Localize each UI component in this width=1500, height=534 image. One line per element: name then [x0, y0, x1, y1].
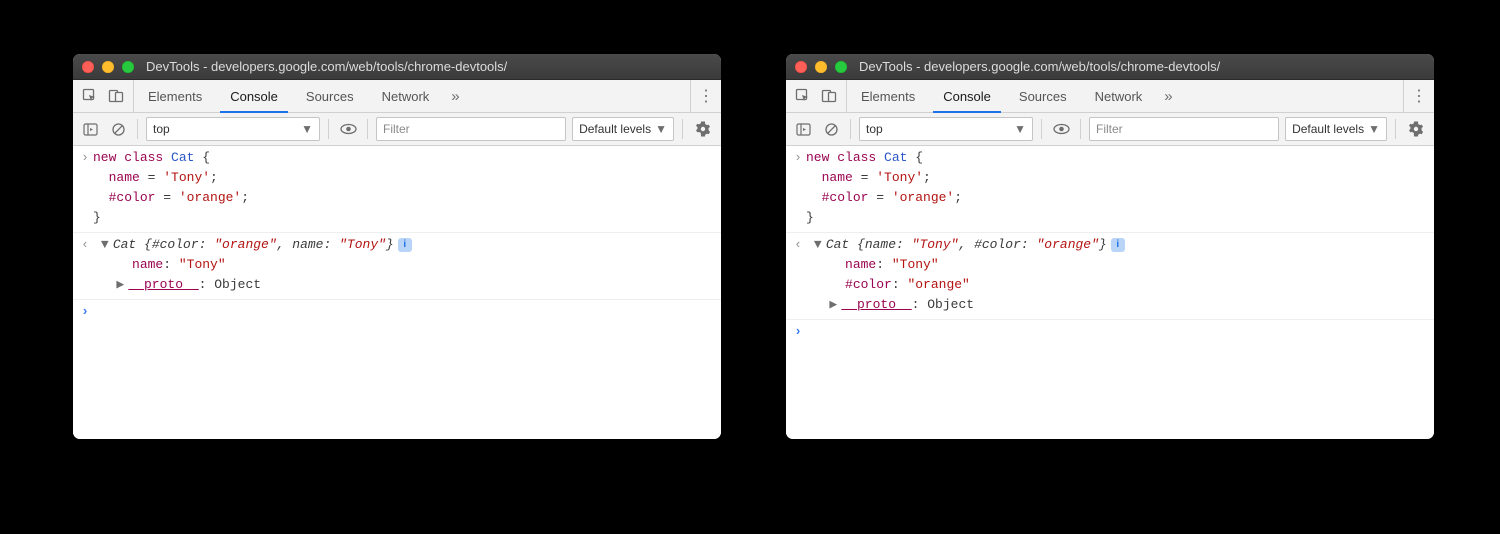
titlebar[interactable]: DevTools - developers.google.com/web/too… [786, 54, 1434, 80]
context-selector[interactable]: top ▼ [859, 117, 1033, 141]
tab-console[interactable]: Console [216, 80, 292, 112]
tab-elements[interactable]: Elements [847, 80, 929, 112]
clear-console-icon[interactable] [107, 118, 129, 140]
tab-network[interactable]: Network [368, 80, 444, 112]
clear-console-icon[interactable] [820, 118, 842, 140]
window-title: DevTools - developers.google.com/web/too… [142, 59, 507, 74]
titlebar[interactable]: DevTools - developers.google.com/web/too… [73, 54, 721, 80]
input-chevron-icon: › [790, 148, 806, 228]
traffic-lights [795, 61, 847, 73]
context-selector-value: top [866, 122, 883, 136]
console-prompt[interactable]: › [786, 320, 1434, 346]
log-levels-label: Default levels [1292, 122, 1364, 136]
zoom-icon[interactable] [835, 61, 847, 73]
tab-console[interactable]: Console [929, 80, 1005, 112]
info-icon[interactable]: i [398, 238, 412, 252]
console-input-echo: › new class Cat { name = 'Tony'; #color … [786, 146, 1434, 233]
live-expression-icon[interactable] [337, 118, 359, 140]
sidebar-toggle-icon[interactable] [79, 118, 101, 140]
traffic-lights [82, 61, 134, 73]
tabbar: Elements Console Sources Network » ⋮ [786, 80, 1434, 113]
input-chevron-icon: › [77, 148, 93, 228]
console-toolbar: top ▼ Filter Default levels ▼ [73, 113, 721, 146]
console-output: › new class Cat { name = 'Tony'; #color … [786, 146, 1434, 439]
tab-sources[interactable]: Sources [1005, 80, 1081, 112]
minimize-icon[interactable] [102, 61, 114, 73]
console-return-value[interactable]: ‹ ▼Cat {#color: "orange", name: "Tony"}i… [73, 233, 721, 300]
console-prompt[interactable]: › [73, 300, 721, 326]
log-levels-selector[interactable]: Default levels ▼ [572, 117, 674, 141]
log-levels-label: Default levels [579, 122, 651, 136]
chevron-down-icon: ▼ [301, 122, 313, 136]
gear-icon[interactable] [691, 121, 715, 137]
info-icon[interactable]: i [1111, 238, 1125, 252]
prompt-chevron-icon: › [77, 302, 93, 322]
window-title: DevTools - developers.google.com/web/too… [855, 59, 1220, 74]
close-icon[interactable] [795, 61, 807, 73]
devtools-window-left: DevTools - developers.google.com/web/too… [73, 54, 721, 439]
tab-elements[interactable]: Elements [134, 80, 216, 112]
tabbar: Elements Console Sources Network » ⋮ [73, 80, 721, 113]
device-toolbar-icon[interactable] [818, 85, 840, 107]
console-output: › new class Cat { name = 'Tony'; #color … [73, 146, 721, 439]
console-toolbar: top ▼ Filter Default levels ▼ [786, 113, 1434, 146]
disclosure-closed-icon[interactable]: ▶ [116, 275, 128, 295]
filter-input[interactable]: Filter [1089, 117, 1279, 141]
close-icon[interactable] [82, 61, 94, 73]
more-tabs-icon[interactable]: » [1156, 80, 1180, 112]
gear-icon[interactable] [1404, 121, 1428, 137]
chevron-down-icon: ▼ [1368, 122, 1380, 136]
context-selector[interactable]: top ▼ [146, 117, 320, 141]
chevron-down-icon: ▼ [655, 122, 667, 136]
filter-input[interactable]: Filter [376, 117, 566, 141]
output-chevron-icon: ‹ [790, 235, 806, 315]
zoom-icon[interactable] [122, 61, 134, 73]
device-toolbar-icon[interactable] [105, 85, 127, 107]
tab-network[interactable]: Network [1081, 80, 1157, 112]
filter-placeholder: Filter [383, 122, 410, 136]
log-levels-selector[interactable]: Default levels ▼ [1285, 117, 1387, 141]
console-return-value[interactable]: ‹ ▼Cat {name: "Tony", #color: "orange"}i… [786, 233, 1434, 320]
live-expression-icon[interactable] [1050, 118, 1072, 140]
devtools-window-right: DevTools - developers.google.com/web/too… [786, 54, 1434, 439]
console-input-echo: › new class Cat { name = 'Tony'; #color … [73, 146, 721, 233]
settings-menu-icon[interactable]: ⋮ [690, 80, 721, 112]
minimize-icon[interactable] [815, 61, 827, 73]
output-chevron-icon: ‹ [77, 235, 93, 295]
more-tabs-icon[interactable]: » [443, 80, 467, 112]
prompt-chevron-icon: › [790, 322, 806, 342]
tab-sources[interactable]: Sources [292, 80, 368, 112]
inspect-element-icon[interactable] [79, 85, 101, 107]
settings-menu-icon[interactable]: ⋮ [1403, 80, 1434, 112]
disclosure-open-icon[interactable]: ▼ [101, 235, 113, 255]
sidebar-toggle-icon[interactable] [792, 118, 814, 140]
filter-placeholder: Filter [1096, 122, 1123, 136]
disclosure-closed-icon[interactable]: ▶ [829, 295, 841, 315]
context-selector-value: top [153, 122, 170, 136]
disclosure-open-icon[interactable]: ▼ [814, 235, 826, 255]
chevron-down-icon: ▼ [1014, 122, 1026, 136]
inspect-element-icon[interactable] [792, 85, 814, 107]
